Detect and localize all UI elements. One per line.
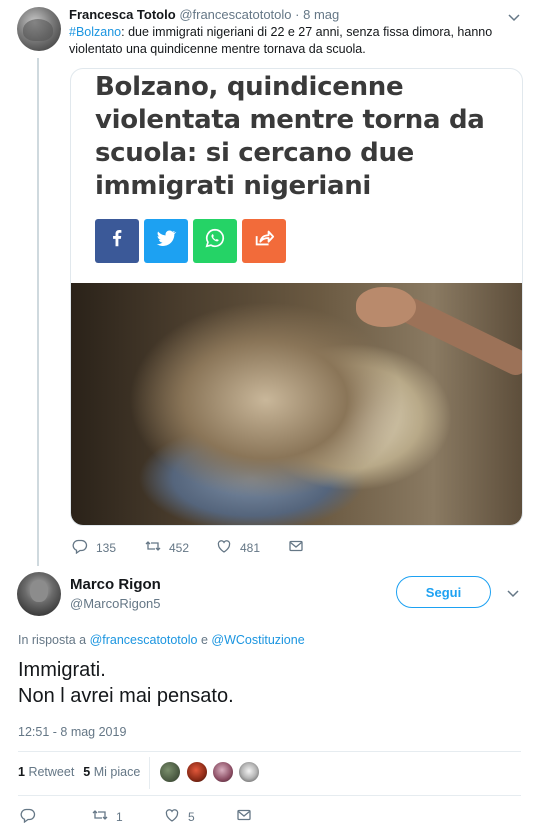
heart-icon (216, 538, 232, 557)
like-count: 5 (188, 809, 195, 824)
tweet-line: Immigrati. (18, 659, 106, 681)
author-handle[interactable]: @MarcoRigon5 (70, 596, 161, 611)
retweet-icon (145, 538, 161, 557)
share-icon (253, 227, 275, 255)
tweet-stats: 1 Retweet 5 Mi piace (18, 765, 140, 779)
facebook-icon (106, 227, 128, 255)
avatar[interactable] (17, 7, 61, 51)
retweet-button[interactable]: 452 (145, 538, 189, 557)
hashtag-link[interactable]: #Bolzano (69, 25, 121, 39)
tweet-text: #Bolzano: due immigrati nigeriani di 22 … (69, 24, 509, 58)
tweet-line: Non l avrei mai pensato. (18, 685, 234, 707)
retweets-stat-label: Retweet (28, 765, 75, 779)
reply-button[interactable] (20, 807, 44, 826)
reply-button[interactable]: 135 (72, 538, 116, 557)
generic-share-button[interactable] (242, 219, 286, 263)
retweets-stat-count: 1 (18, 765, 25, 779)
tweet-text: Immigrati. Non l avrei mai pensato. (18, 657, 518, 709)
twitter-icon (155, 227, 177, 255)
likes-stat-count: 5 (83, 765, 91, 779)
twitter-share-button[interactable] (144, 219, 188, 263)
author-name[interactable]: Marco Rigon (70, 576, 161, 593)
thread-line (37, 58, 39, 566)
tweet-body: : due immigrati nigeriani di 22 e 27 ann… (69, 25, 493, 56)
photo-fist (356, 287, 416, 327)
tweet-timestamp[interactable]: 12:51 - 8 mag 2019 (18, 725, 126, 739)
chevron-down-icon[interactable] (507, 590, 519, 600)
whatsapp-share-button[interactable] (193, 219, 237, 263)
retweet-icon (92, 807, 108, 826)
reply-icon (20, 807, 36, 826)
reply-prefix: In risposta a (18, 633, 90, 647)
envelope-icon (236, 807, 252, 826)
heart-icon (164, 807, 180, 826)
retweet-count: 1 (116, 809, 123, 824)
article-title: Bolzano, quindicenne violentata mentre t… (95, 72, 485, 201)
tweet-date[interactable]: 8 mag (303, 7, 339, 22)
avatar[interactable] (17, 572, 61, 616)
likes-stat[interactable]: 5 Mi piace (83, 765, 140, 779)
article-photo (71, 283, 522, 525)
separator: · (295, 7, 300, 22)
whatsapp-icon (204, 227, 226, 255)
facebook-share-button[interactable] (95, 219, 139, 263)
retweets-stat[interactable]: 1 Retweet (18, 765, 74, 779)
avatar[interactable] (212, 761, 234, 783)
author-handle[interactable]: @francescatototolo (179, 7, 291, 22)
mention-link[interactable]: @francescatototolo (90, 633, 198, 647)
like-button[interactable]: 481 (216, 538, 260, 557)
envelope-icon (288, 538, 304, 557)
tweet-header: Francesca Totolo @francescatototolo · 8 … (69, 7, 339, 22)
avatar[interactable] (159, 761, 181, 783)
message-button[interactable] (288, 538, 304, 557)
reply-icon (72, 538, 88, 557)
stats-separator (149, 757, 150, 789)
likes-stat-label: Mi piace (93, 765, 141, 779)
avatar[interactable] (186, 761, 208, 783)
mention-link[interactable]: @WCostituzione (211, 633, 304, 647)
author-name[interactable]: Francesca Totolo (69, 7, 176, 22)
like-button[interactable]: 5 (164, 807, 195, 826)
article-card[interactable]: Bolzano, quindicenne violentata mentre t… (70, 68, 523, 526)
reply-context: In risposta a @francescatototolo e @WCos… (18, 633, 305, 647)
retweet-count: 452 (169, 540, 190, 555)
divider (18, 795, 521, 796)
follow-button[interactable]: Segui (396, 576, 491, 608)
reply-count: 135 (96, 540, 117, 555)
divider (18, 751, 521, 752)
reply-conjunction: e (197, 633, 212, 647)
retweet-button[interactable]: 1 (92, 807, 123, 826)
chevron-down-icon[interactable] (508, 14, 520, 24)
message-button[interactable] (236, 807, 252, 826)
avatar[interactable] (238, 761, 260, 783)
like-count: 481 (240, 540, 261, 555)
